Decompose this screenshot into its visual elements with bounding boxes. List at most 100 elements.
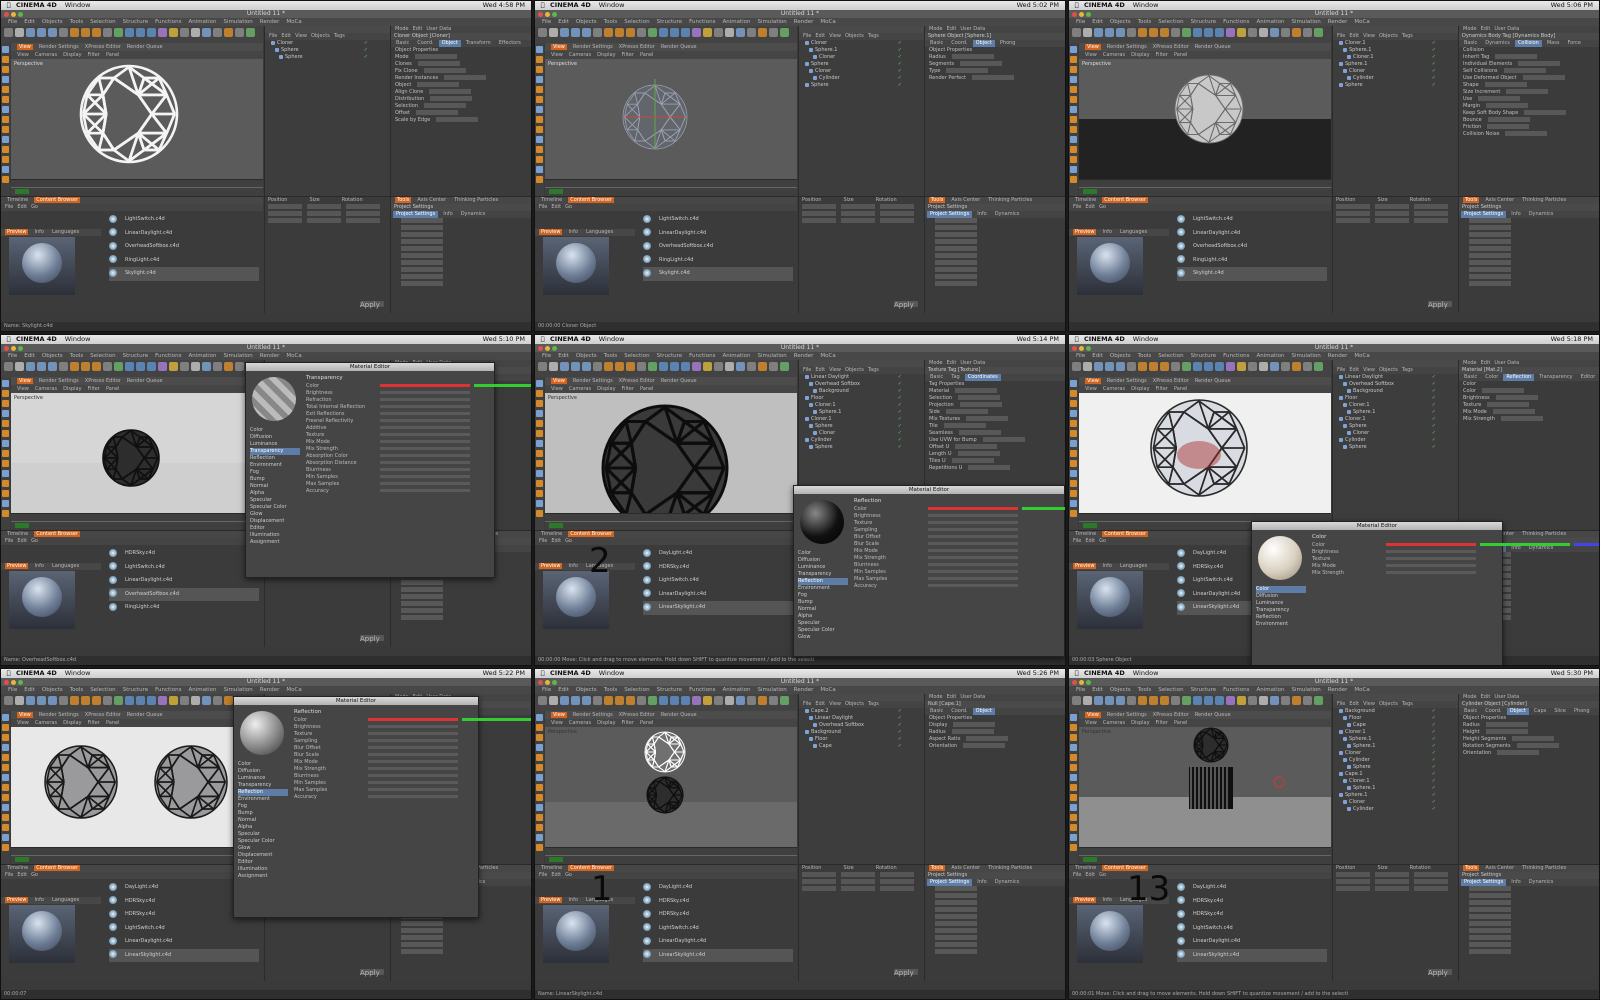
coordinate-field[interactable]	[880, 879, 914, 884]
mode-tool-icon[interactable]	[2, 784, 9, 791]
preset-file[interactable]: OverheadSoftbox.c4d	[643, 240, 793, 254]
array-icon[interactable]	[1248, 362, 1257, 371]
material-channel[interactable]: Reflection	[798, 578, 848, 585]
preview-tab[interactable]: Preview	[5, 229, 29, 235]
content-browser-tab[interactable]: Timeline	[1073, 197, 1098, 203]
material-channel[interactable]: Diffusion	[238, 768, 288, 775]
menu-item[interactable]: Animation	[188, 353, 216, 359]
preset-file[interactable]: OverheadSoftbox.c4d	[1177, 240, 1327, 254]
menu-item[interactable]: MoCa	[820, 353, 835, 359]
viewport-menu-item[interactable]: Display	[597, 52, 615, 58]
object-row[interactable]: Sphere ✓	[265, 47, 390, 54]
coordinate-field[interactable]	[307, 211, 341, 216]
coordinate-field[interactable]	[268, 211, 302, 216]
visibility-check-icon[interactable]: ✓	[898, 381, 902, 388]
preview-tab[interactable]: Preview	[5, 563, 29, 569]
redo-icon[interactable]	[1083, 28, 1092, 37]
menu-item[interactable]: File	[8, 19, 17, 25]
rotate-icon[interactable]	[1127, 696, 1136, 705]
camera-icon[interactable]	[1281, 696, 1290, 705]
project-settings-subtab[interactable]: Dynamics	[992, 211, 1023, 218]
project-setting-field[interactable]	[1469, 225, 1511, 230]
viewport-render[interactable]	[545, 59, 797, 179]
x-axis-icon[interactable]	[1138, 28, 1147, 37]
coordinate-field[interactable]	[802, 211, 836, 216]
visibility-check-icon[interactable]: ✓	[1432, 708, 1436, 715]
object-row[interactable]: Background ✓	[799, 729, 924, 736]
coord-icon[interactable]	[103, 696, 112, 705]
playback-controls[interactable]	[1083, 189, 1097, 194]
material-channel[interactable]: Transparency	[798, 571, 848, 578]
mode-tool-icon[interactable]	[1070, 724, 1077, 731]
viewport-menu-item[interactable]: Filter	[1156, 720, 1168, 726]
preview-tab[interactable]: Info	[566, 897, 579, 903]
apple-icon[interactable]: 	[1073, 1, 1080, 10]
menu-item[interactable]: Edit	[558, 19, 569, 25]
timeline[interactable]	[545, 179, 797, 196]
content-browser-menu-item[interactable]: Go	[31, 204, 38, 210]
viewport-tab[interactable]: Render Settings	[573, 44, 613, 50]
deformer-icon[interactable]	[725, 696, 734, 705]
mode-tool-icon[interactable]	[1070, 176, 1077, 183]
coordinate-field[interactable]	[346, 204, 380, 209]
mode-tool-icon[interactable]	[536, 166, 543, 173]
content-browser-menu-item[interactable]: Edit	[551, 204, 561, 210]
material-channel[interactable]: Displacement	[250, 518, 300, 525]
material-channel[interactable]: Illumination	[238, 866, 288, 873]
visibility-check-icon[interactable]: ✓	[1432, 54, 1436, 61]
coordinate-field[interactable]	[1375, 879, 1409, 884]
mode-tool-icon[interactable]	[1070, 824, 1077, 831]
redo-icon[interactable]	[1083, 696, 1092, 705]
object-menu-item[interactable]: Tags	[1402, 367, 1413, 373]
viewport-menu-item[interactable]: Panel	[640, 720, 654, 726]
mode-tool-icon[interactable]	[2, 400, 9, 407]
project-setting-field[interactable]	[935, 274, 977, 279]
cube-icon[interactable]	[681, 696, 690, 705]
cube-icon[interactable]	[147, 362, 156, 371]
object-menu-item[interactable]: Tags	[868, 367, 879, 373]
visibility-check-icon[interactable]: ✓	[1432, 785, 1436, 792]
live-select-icon[interactable]	[560, 696, 569, 705]
object-row[interactable]: Cylinder ✓	[1333, 806, 1458, 813]
coordinate-field[interactable]	[880, 204, 914, 209]
viewport-menu-item[interactable]: Filter	[622, 720, 634, 726]
object-row[interactable]: Cloner ✓	[1333, 68, 1458, 75]
menu-item[interactable]: Simulation	[757, 19, 786, 25]
material-channel[interactable]: Alpha	[798, 613, 848, 620]
attribute-value-field[interactable]	[1518, 61, 1561, 66]
preview-tab[interactable]: Languages	[1118, 563, 1149, 569]
viewport-tab[interactable]: Render Settings	[1107, 378, 1147, 384]
y-axis-icon[interactable]	[81, 696, 90, 705]
object-row[interactable]: Sphere ✓	[799, 82, 924, 89]
attribute-menu-item[interactable]: Edit	[947, 26, 957, 32]
viewport-tab[interactable]: View	[17, 44, 33, 50]
viewport-menu-item[interactable]: Cameras	[1103, 720, 1125, 726]
menu-item[interactable]: Animation	[722, 19, 750, 25]
light-icon[interactable]	[1292, 362, 1301, 371]
mode-tool-icon[interactable]	[2, 116, 9, 123]
attribute-value-field[interactable]	[1484, 82, 1527, 87]
window-menu[interactable]: Window	[65, 335, 91, 343]
scale-icon[interactable]	[1116, 362, 1125, 371]
mode-tool-icon[interactable]	[1070, 56, 1077, 63]
attribute-value-field[interactable]	[955, 444, 998, 449]
coordinate-field[interactable]	[802, 879, 836, 884]
mode-tool-icon[interactable]	[536, 784, 543, 791]
visibility-check-icon[interactable]: ✓	[1432, 40, 1436, 47]
property-slider[interactable]	[380, 419, 470, 422]
timeline[interactable]	[545, 847, 797, 864]
object-menu-item[interactable]: Tags	[334, 33, 345, 39]
object-row[interactable]: Cloner.1 ✓	[1333, 40, 1458, 47]
attribute-value-field[interactable]	[953, 722, 996, 727]
preset-file[interactable]: LinearSkylight.c4d	[1177, 948, 1327, 962]
object-row[interactable]: Cylinder ✓	[799, 75, 924, 82]
attribute-tab[interactable]: Dynamics	[1482, 40, 1513, 47]
mode-tool-icon[interactable]	[1070, 106, 1077, 113]
object-row[interactable]: Cloner ✓	[1333, 799, 1458, 806]
mode-tool-icon[interactable]	[2, 460, 9, 467]
tools-tab[interactable]: Axis Center	[1483, 865, 1516, 871]
viewport-menu-item[interactable]: Display	[1131, 52, 1149, 58]
object-row[interactable]: Cylinder ✓	[1333, 75, 1458, 82]
rotate-icon[interactable]	[59, 28, 68, 37]
zoom-button[interactable]	[18, 345, 23, 351]
